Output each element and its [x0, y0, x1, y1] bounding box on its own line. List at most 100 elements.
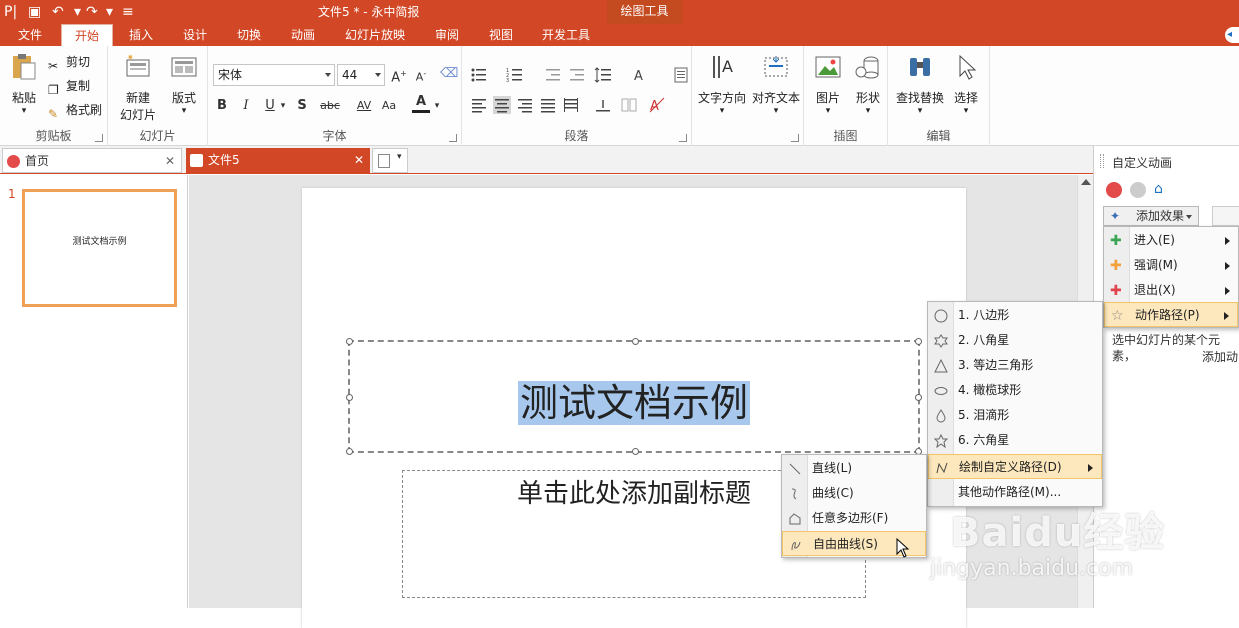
resize-handle[interactable] [632, 448, 639, 455]
numbering-icon[interactable]: 123 [506, 66, 524, 84]
menu-item-draw-custom-path[interactable]: 绘制自定义路径(D) [928, 454, 1102, 479]
text-launcher-icon[interactable] [791, 134, 799, 142]
font-color-dropdown-icon[interactable]: ▾ [432, 96, 442, 116]
vertical-align-icon[interactable] [594, 96, 612, 114]
layout-dropdown-icon[interactable]: ▾ [166, 106, 202, 116]
shape-button[interactable]: 形状 ▾ [850, 52, 886, 116]
text-direction-button[interactable]: A 文字方向 ▾ [696, 52, 748, 116]
resize-handle[interactable] [346, 448, 353, 455]
tab-review[interactable]: 审阅 [423, 24, 471, 46]
menu-item-octagon[interactable]: 1. 八边形 [928, 303, 1102, 328]
close-icon[interactable]: ✕ [354, 148, 364, 173]
tab-insert[interactable]: 插入 [117, 24, 165, 46]
text-effects-icon[interactable]: A [632, 66, 650, 84]
paragraph-launcher-icon[interactable] [679, 134, 687, 142]
shape-dropdown-icon[interactable]: ▾ [850, 106, 886, 116]
save-icon[interactable]: ▣ [28, 2, 41, 22]
slide-title[interactable]: 测试文档示例 [350, 372, 918, 427]
text-direction-small-icon[interactable]: A [648, 96, 666, 114]
menu-item-motion-path[interactable]: ☆ 动作路径(P) [1104, 302, 1238, 327]
format-painter-button[interactable]: ✎ 格式刷 [48, 100, 102, 121]
home-icon[interactable]: ⌂ [1154, 182, 1170, 198]
menu-item-curve[interactable]: 曲线(C) [782, 481, 926, 506]
shrink-font-icon[interactable]: A- [412, 64, 430, 84]
columns-icon[interactable] [620, 96, 638, 114]
add-effect-button[interactable]: ✦ 添加效果 [1103, 206, 1199, 226]
underline-dropdown-icon[interactable]: ▾ [278, 96, 288, 116]
justify-icon[interactable] [539, 96, 557, 114]
tab-view[interactable]: 视图 [477, 24, 525, 46]
italic-button[interactable]: I [238, 96, 254, 116]
undo-icon[interactable]: ↶ [52, 2, 64, 22]
char-spacing-button[interactable]: AV [352, 96, 376, 116]
tab-file[interactable]: 文件 [6, 24, 54, 46]
clipboard-launcher-icon[interactable] [95, 134, 103, 142]
help-icon[interactable]: ◂ [1225, 27, 1239, 43]
find-replace-dropdown-icon[interactable]: ▾ [894, 106, 946, 116]
strikethrough-button[interactable]: abc [316, 96, 344, 116]
select-dropdown-icon[interactable]: ▾ [948, 106, 984, 116]
convert-icon[interactable] [672, 66, 690, 84]
bullets-icon[interactable] [470, 66, 488, 84]
slide-thumbnail[interactable]: 测试文档示例 [22, 189, 177, 307]
clear-format-icon[interactable]: ⌫ [440, 64, 458, 84]
doc-tab-file[interactable]: 文件5 ✕ [186, 148, 370, 173]
new-document-button[interactable]: ▾ [372, 148, 408, 173]
font-launcher-icon[interactable] [449, 134, 457, 142]
picture-button[interactable]: 图片 ▾ [810, 52, 846, 116]
picture-dropdown-icon[interactable]: ▾ [810, 106, 846, 116]
paste-button[interactable]: 粘贴 ▾ [4, 52, 44, 116]
copy-button[interactable]: ❐ 复制 [48, 76, 90, 97]
underline-button[interactable]: U [262, 96, 278, 116]
align-left-icon[interactable] [470, 96, 488, 114]
title-placeholder[interactable]: 测试文档示例 [346, 338, 922, 455]
menu-item-triangle[interactable]: 3. 等边三角形 [928, 353, 1102, 378]
grow-font-icon[interactable]: A+ [390, 64, 408, 85]
align-center-icon[interactable] [493, 96, 511, 114]
menu-item-octagram[interactable]: 2. 八角星 [928, 328, 1102, 353]
remove-effect-button[interactable] [1212, 206, 1239, 226]
layout-button[interactable]: 版式 ▾ [166, 52, 202, 116]
distribute-icon[interactable] [562, 96, 580, 114]
shadow-button[interactable]: S [294, 96, 310, 116]
new-slide-button[interactable]: ✷ 新建 幻灯片 [116, 52, 160, 123]
pane-grip-icon[interactable] [1100, 154, 1104, 168]
undo-dropdown-icon[interactable]: ▾ [74, 2, 81, 22]
slide[interactable]: 测试文档示例 单击此处添加副标题 [302, 188, 966, 628]
font-size-select[interactable]: 44 [337, 64, 385, 86]
cut-button[interactable]: ✂ 剪切 [48, 52, 90, 73]
menu-item-exit[interactable]: ✚ 退出(X) [1104, 278, 1238, 303]
tab-design[interactable]: 设计 [171, 24, 219, 46]
select-button[interactable]: 选择 ▾ [948, 52, 984, 116]
find-replace-button[interactable]: 查找替换 ▾ [894, 52, 946, 116]
tab-slideshow[interactable]: 幻灯片放映 [336, 24, 414, 46]
font-color-button[interactable]: A [412, 94, 430, 113]
close-icon[interactable]: ✕ [165, 149, 175, 174]
tab-animations[interactable]: 动画 [279, 24, 327, 46]
back-icon[interactable] [1106, 182, 1122, 198]
increase-indent-icon[interactable] [568, 66, 586, 84]
doc-tab-home[interactable]: 首页 ✕ [2, 148, 182, 173]
resize-handle[interactable] [632, 338, 639, 345]
scroll-up-icon[interactable] [1081, 179, 1091, 185]
resize-handle[interactable] [915, 338, 922, 345]
menu-item-football[interactable]: 4. 橄榄球形 [928, 378, 1102, 403]
text-direction-dropdown-icon[interactable]: ▾ [696, 106, 748, 116]
font-family-select[interactable]: 宋体 [213, 64, 335, 86]
align-text-dropdown-icon[interactable]: ▾ [750, 106, 802, 116]
customize-qa-icon[interactable]: ≡ [122, 2, 134, 22]
tab-transitions[interactable]: 切换 [225, 24, 273, 46]
tab-developer[interactable]: 开发工具 [532, 24, 600, 46]
menu-item-entrance[interactable]: ✚ 进入(E) [1104, 228, 1238, 253]
redo-icon[interactable]: ↷ [86, 2, 98, 22]
forward-icon[interactable] [1130, 182, 1146, 198]
menu-item-teardrop[interactable]: 5. 泪滴形 [928, 403, 1102, 428]
decrease-indent-icon[interactable] [544, 66, 562, 84]
change-case-button[interactable]: Aa [378, 96, 400, 116]
line-spacing-icon[interactable] [594, 66, 612, 84]
bold-button[interactable]: B [214, 96, 230, 116]
redo-dropdown-icon[interactable]: ▾ [106, 2, 113, 22]
menu-item-hexagram[interactable]: 6. 六角星 [928, 428, 1102, 453]
resize-handle[interactable] [346, 338, 353, 345]
menu-item-line[interactable]: 直线(L) [782, 456, 926, 481]
